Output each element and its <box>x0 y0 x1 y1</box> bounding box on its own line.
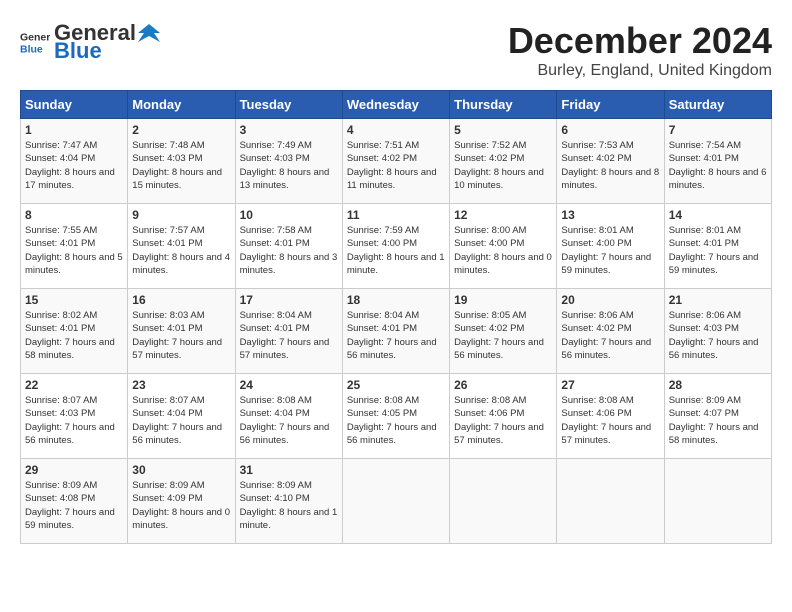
logo-icon: General Blue <box>20 27 50 57</box>
empty-cell <box>664 459 771 544</box>
day-cell: 28 Sunrise: 8:09 AMSunset: 4:07 PMDaylig… <box>664 374 771 459</box>
day-cell: 3 Sunrise: 7:49 AMSunset: 4:03 PMDayligh… <box>235 119 342 204</box>
day-cell: 8 Sunrise: 7:55 AMSunset: 4:01 PMDayligh… <box>21 204 128 289</box>
day-cell: 1 Sunrise: 7:47 AMSunset: 4:04 PMDayligh… <box>21 119 128 204</box>
calendar-header-row: Sunday Monday Tuesday Wednesday Thursday… <box>21 91 772 119</box>
day-cell: 27 Sunrise: 8:08 AMSunset: 4:06 PMDaylig… <box>557 374 664 459</box>
day-cell: 5 Sunrise: 7:52 AMSunset: 4:02 PMDayligh… <box>450 119 557 204</box>
col-saturday: Saturday <box>664 91 771 119</box>
logo: General Blue General Blue <box>20 20 160 64</box>
svg-text:Blue: Blue <box>20 44 43 56</box>
day-cell: 14 Sunrise: 8:01 AMSunset: 4:01 PMDaylig… <box>664 204 771 289</box>
day-cell: 24 Sunrise: 8:08 AMSunset: 4:04 PMDaylig… <box>235 374 342 459</box>
day-cell: 9 Sunrise: 7:57 AMSunset: 4:01 PMDayligh… <box>128 204 235 289</box>
day-cell: 6 Sunrise: 7:53 AMSunset: 4:02 PMDayligh… <box>557 119 664 204</box>
day-cell: 16 Sunrise: 8:03 AMSunset: 4:01 PMDaylig… <box>128 289 235 374</box>
logo-bird-icon <box>138 22 160 44</box>
calendar-week-3: 15 Sunrise: 8:02 AMSunset: 4:01 PMDaylig… <box>21 289 772 374</box>
empty-cell <box>342 459 449 544</box>
day-cell: 17 Sunrise: 8:04 AMSunset: 4:01 PMDaylig… <box>235 289 342 374</box>
calendar-week-5: 29 Sunrise: 8:09 AMSunset: 4:08 PMDaylig… <box>21 459 772 544</box>
main-title: December 2024 <box>508 20 772 62</box>
day-cell: 15 Sunrise: 8:02 AMSunset: 4:01 PMDaylig… <box>21 289 128 374</box>
calendar-table: Sunday Monday Tuesday Wednesday Thursday… <box>20 90 772 544</box>
day-cell: 12 Sunrise: 8:00 AMSunset: 4:00 PMDaylig… <box>450 204 557 289</box>
day-cell: 19 Sunrise: 8:05 AMSunset: 4:02 PMDaylig… <box>450 289 557 374</box>
svg-text:General: General <box>20 32 50 44</box>
day-cell: 31 Sunrise: 8:09 AMSunset: 4:10 PMDaylig… <box>235 459 342 544</box>
empty-cell <box>450 459 557 544</box>
calendar-week-1: 1 Sunrise: 7:47 AMSunset: 4:04 PMDayligh… <box>21 119 772 204</box>
day-cell: 4 Sunrise: 7:51 AMSunset: 4:02 PMDayligh… <box>342 119 449 204</box>
col-sunday: Sunday <box>21 91 128 119</box>
day-cell: 13 Sunrise: 8:01 AMSunset: 4:00 PMDaylig… <box>557 204 664 289</box>
day-cell: 2 Sunrise: 7:48 AMSunset: 4:03 PMDayligh… <box>128 119 235 204</box>
col-wednesday: Wednesday <box>342 91 449 119</box>
calendar-week-2: 8 Sunrise: 7:55 AMSunset: 4:01 PMDayligh… <box>21 204 772 289</box>
day-cell: 25 Sunrise: 8:08 AMSunset: 4:05 PMDaylig… <box>342 374 449 459</box>
subtitle: Burley, England, United Kingdom <box>508 62 772 80</box>
col-tuesday: Tuesday <box>235 91 342 119</box>
page-header: General Blue General Blue December 2024 … <box>20 20 772 80</box>
day-cell: 21 Sunrise: 8:06 AMSunset: 4:03 PMDaylig… <box>664 289 771 374</box>
day-cell: 29 Sunrise: 8:09 AMSunset: 4:08 PMDaylig… <box>21 459 128 544</box>
day-cell: 23 Sunrise: 8:07 AMSunset: 4:04 PMDaylig… <box>128 374 235 459</box>
day-cell: 10 Sunrise: 7:58 AMSunset: 4:01 PMDaylig… <box>235 204 342 289</box>
day-cell: 7 Sunrise: 7:54 AMSunset: 4:01 PMDayligh… <box>664 119 771 204</box>
day-cell: 18 Sunrise: 8:04 AMSunset: 4:01 PMDaylig… <box>342 289 449 374</box>
day-cell: 30 Sunrise: 8:09 AMSunset: 4:09 PMDaylig… <box>128 459 235 544</box>
col-monday: Monday <box>128 91 235 119</box>
day-cell: 20 Sunrise: 8:06 AMSunset: 4:02 PMDaylig… <box>557 289 664 374</box>
calendar-week-4: 22 Sunrise: 8:07 AMSunset: 4:03 PMDaylig… <box>21 374 772 459</box>
day-cell: 26 Sunrise: 8:08 AMSunset: 4:06 PMDaylig… <box>450 374 557 459</box>
title-area: December 2024 Burley, England, United Ki… <box>508 20 772 80</box>
col-friday: Friday <box>557 91 664 119</box>
day-cell: 22 Sunrise: 8:07 AMSunset: 4:03 PMDaylig… <box>21 374 128 459</box>
empty-cell <box>557 459 664 544</box>
col-thursday: Thursday <box>450 91 557 119</box>
day-cell: 11 Sunrise: 7:59 AMSunset: 4:00 PMDaylig… <box>342 204 449 289</box>
